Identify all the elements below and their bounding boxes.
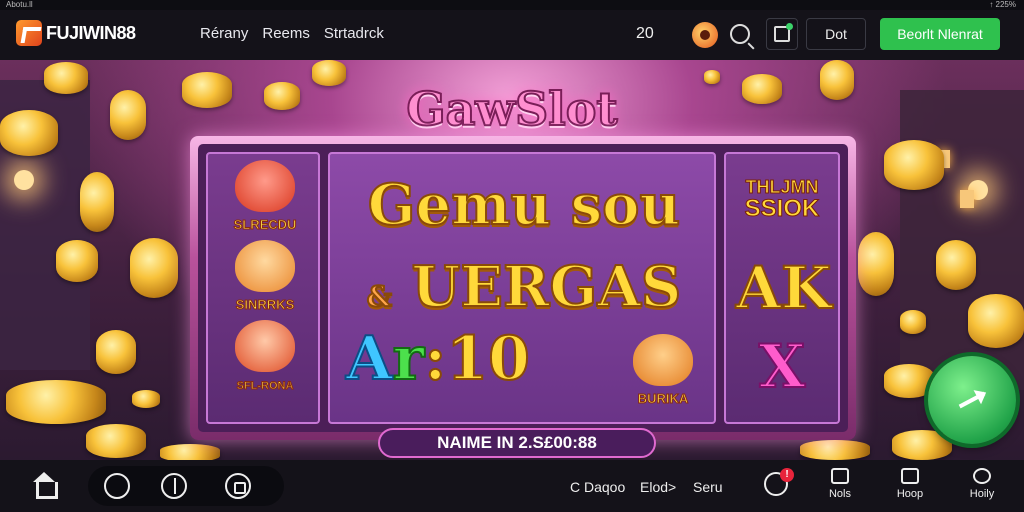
center-subheadline: & UERGAS xyxy=(330,253,718,321)
reel-left: SLRECDU SINRRKS SFL-RONA xyxy=(206,152,320,424)
slot-machine[interactable]: SLRECDU SINRRKS SFL-RONA Gemu sou & UERG… xyxy=(190,136,856,440)
refresh-icon[interactable] xyxy=(104,473,130,499)
mult-part-c: :10 xyxy=(423,323,531,395)
bottom-link-2[interactable]: Elod> xyxy=(640,479,676,495)
list-icon xyxy=(831,468,849,484)
mult-part-a: A xyxy=(345,323,394,395)
brand-logo[interactable]: FUJIWIN88 xyxy=(16,20,136,46)
coin-count: 20 xyxy=(636,25,654,42)
symbol-cat-red-2: SFL-RONA xyxy=(224,320,306,393)
mult-part-b: r xyxy=(392,323,426,395)
symbol-label: BURIKA xyxy=(637,391,689,407)
main-nav: Rérany Reems Strtadrck xyxy=(200,25,384,42)
search-icon[interactable] xyxy=(730,24,750,44)
message-button[interactable] xyxy=(766,18,798,50)
cat-face xyxy=(633,334,693,386)
coin xyxy=(160,444,220,460)
symbol-cat-burika: BURIKA xyxy=(622,334,704,407)
house-icon xyxy=(901,468,919,484)
coin xyxy=(936,240,976,290)
online-dot xyxy=(786,23,793,30)
cat-face xyxy=(235,320,295,372)
arrow-icon xyxy=(958,391,986,409)
right-top-symbol: THLJMN SSIOK xyxy=(736,176,828,222)
tab-2[interactable]: Hoop xyxy=(888,468,932,500)
symbol-label: SLRECDU xyxy=(233,217,297,233)
center-multiplier: Ar:10 xyxy=(345,323,531,395)
ampersand: & xyxy=(366,279,393,314)
cta-button[interactable]: Beorlt Nlenrat xyxy=(880,18,1000,50)
jackpot-banner: NAIME IN 2.S£00:88 xyxy=(378,428,656,458)
coin xyxy=(132,390,160,408)
coin xyxy=(892,430,952,460)
coin xyxy=(56,240,98,282)
app-screen: Abotu.ll ↑ 225% FUJIWIN88 Rérany Reems S… xyxy=(0,0,1024,512)
tab-3-label: Hoily xyxy=(969,488,995,500)
cat-face xyxy=(235,160,295,212)
coin xyxy=(800,440,870,460)
coin-icon[interactable] xyxy=(692,22,718,48)
center-headline: Gemu sou xyxy=(367,171,682,239)
nav-item-2[interactable]: Reems xyxy=(262,25,310,42)
home-icon[interactable] xyxy=(32,472,58,499)
right-top-line2: SSIOK xyxy=(744,195,820,222)
coin xyxy=(858,232,894,296)
coin xyxy=(86,424,146,458)
logo-text: FUJIWIN88 xyxy=(46,22,136,43)
notification-icon[interactable]: ! xyxy=(764,468,794,496)
nav-item-3[interactable]: Strtadrck xyxy=(324,25,384,42)
right-mid-symbol: AK xyxy=(735,253,832,323)
status-right: ↑ 225% xyxy=(989,0,1016,9)
logo-icon xyxy=(16,20,42,46)
dot-button[interactable]: Dot xyxy=(806,18,866,50)
symbol-cat-red: SLRECDU xyxy=(224,160,306,233)
power-icon[interactable] xyxy=(161,473,187,499)
coin xyxy=(884,140,944,190)
notification-badge: ! xyxy=(780,468,794,482)
game-title: GawSlot xyxy=(405,81,618,137)
right-bottom-symbol: X xyxy=(758,331,807,403)
bottom-bar: C Daqoo Elod> Seru ! Nols Hoop Hoily xyxy=(0,460,1024,512)
top-header: FUJIWIN88 Rérany Reems Strtadrck 20 Dot … xyxy=(0,10,1024,60)
center-subheadline-text: UERGAS xyxy=(411,253,683,321)
coin xyxy=(80,172,114,232)
status-left: Abotu.ll xyxy=(6,0,33,9)
window-light xyxy=(960,190,974,208)
lamp-left xyxy=(14,170,34,190)
coin xyxy=(900,310,926,334)
bottom-link-1[interactable]: C Daqoo xyxy=(570,479,625,495)
cat-face xyxy=(235,240,295,292)
coin xyxy=(130,238,178,298)
reel-center: Gemu sou & UERGAS Ar:10 BURIKA xyxy=(328,152,716,424)
symbol-cat-orange: SINRRKS xyxy=(224,240,306,313)
user-icon xyxy=(973,468,991,484)
nav-item-1[interactable]: Rérany xyxy=(200,25,248,42)
coin xyxy=(96,330,136,374)
tab-2-label: Hoop xyxy=(896,488,924,500)
reel-right: THLJMN SSIOK AK X xyxy=(724,152,840,424)
slot-machine-inner: SLRECDU SINRRKS SFL-RONA Gemu sou & UERG… xyxy=(198,144,848,432)
status-bar: Abotu.ll ↑ 225% xyxy=(0,0,1024,10)
coin xyxy=(968,294,1024,348)
tab-1-label: Nols xyxy=(828,488,851,500)
coin xyxy=(884,364,934,398)
spin-button[interactable] xyxy=(928,356,1016,444)
symbol-label: SINRRKS xyxy=(235,297,295,313)
bottom-link-3[interactable]: Seru xyxy=(693,479,723,495)
tab-1[interactable]: Nols xyxy=(818,468,862,500)
tab-3[interactable]: Hoily xyxy=(960,468,1004,500)
coin xyxy=(6,380,106,424)
stop-icon[interactable] xyxy=(225,473,251,499)
symbol-label: SFL-RONA xyxy=(236,380,294,393)
